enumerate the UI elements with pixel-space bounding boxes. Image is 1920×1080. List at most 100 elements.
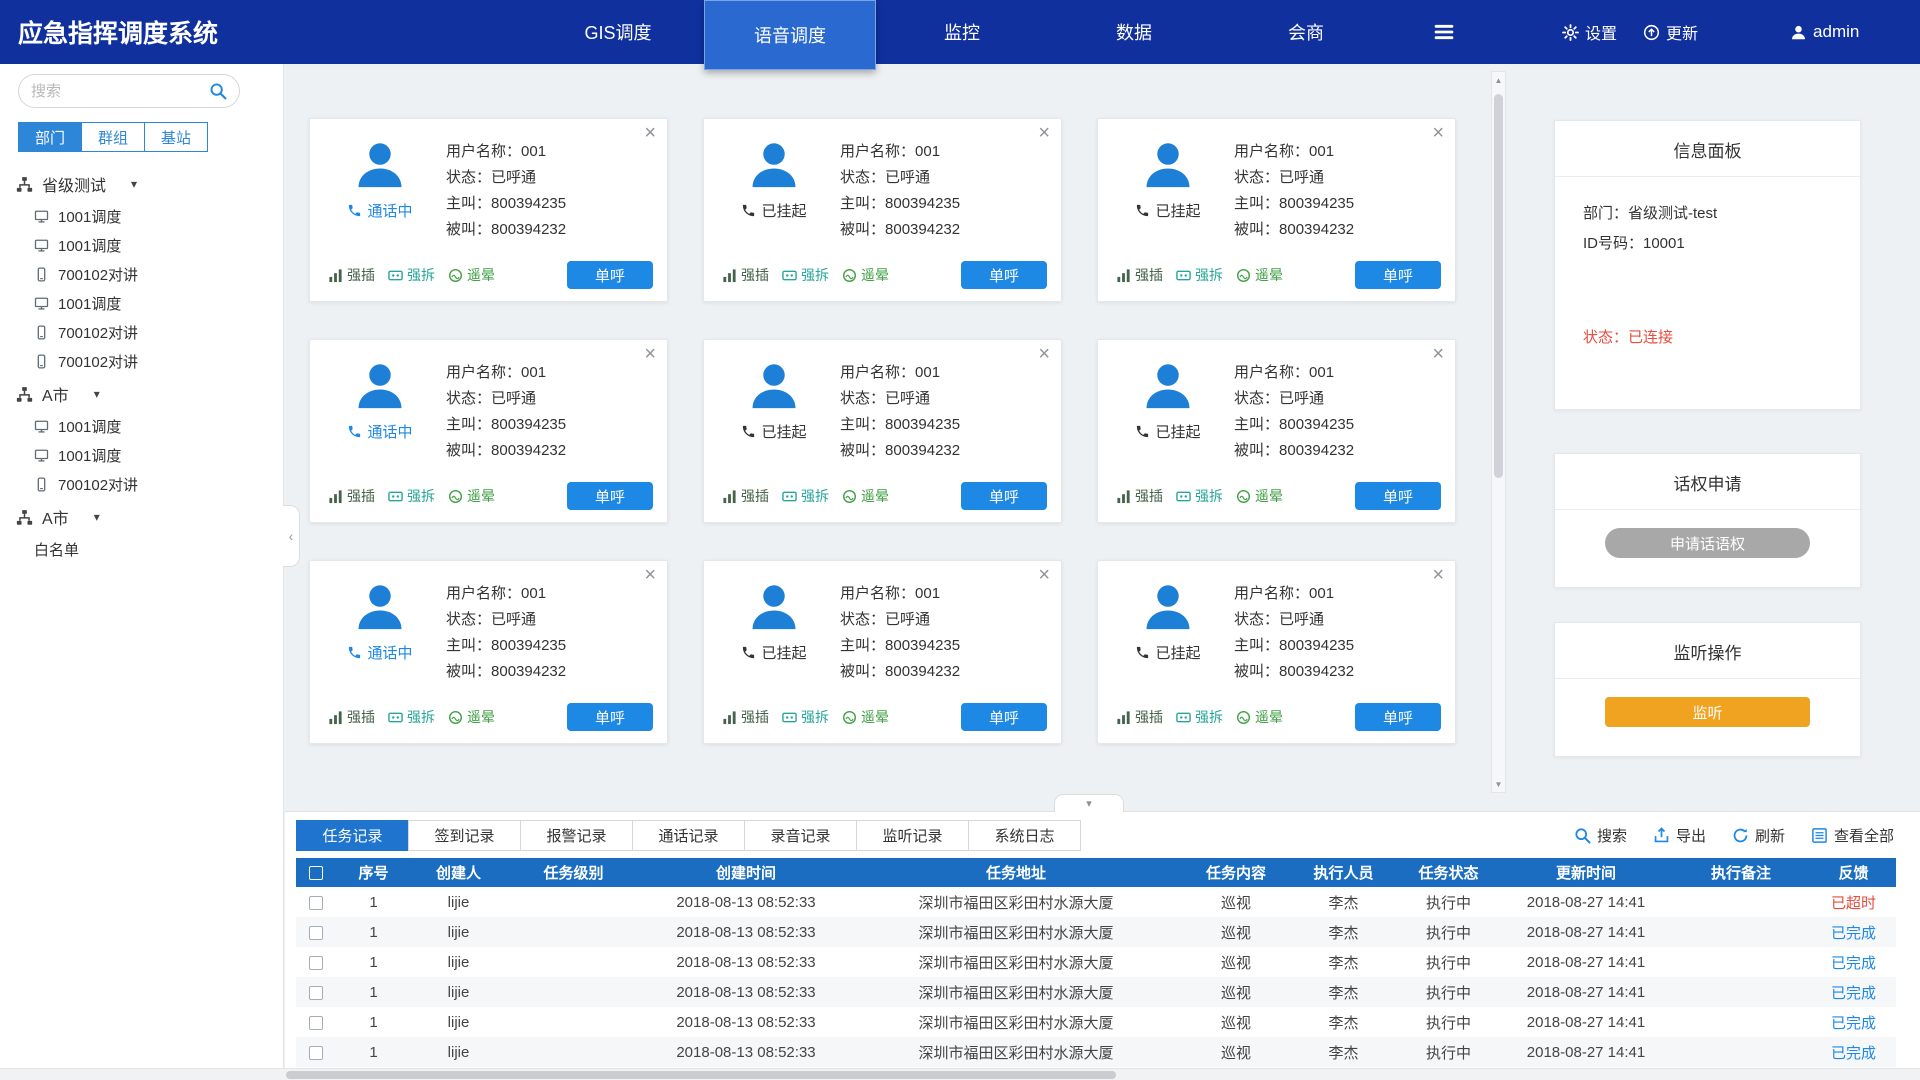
remote-stun-action[interactable]: 遥晕: [842, 486, 889, 506]
tree-item[interactable]: 700102对讲: [16, 347, 283, 376]
force-break-action[interactable]: 强拆: [1176, 265, 1223, 285]
remote-stun-action[interactable]: 遥晕: [448, 707, 495, 727]
tree-item[interactable]: 700102对讲: [16, 318, 283, 347]
row-checkbox[interactable]: [309, 1046, 323, 1060]
tree-item[interactable]: 1001调度: [16, 441, 283, 470]
nav-item[interactable]: 会商: [1220, 0, 1392, 64]
force-insert-action[interactable]: 强插: [1116, 486, 1163, 506]
force-break-action[interactable]: 强拆: [1176, 707, 1223, 727]
remote-stun-action[interactable]: 遥晕: [842, 265, 889, 285]
tree-item[interactable]: 白名单: [16, 535, 283, 564]
close-icon[interactable]: ×: [644, 344, 656, 364]
nav-item[interactable]: 语音调度: [704, 0, 876, 70]
sidebar-tab[interactable]: 群组: [81, 122, 145, 152]
remote-stun-action[interactable]: 遥晕: [448, 486, 495, 506]
view-all-button[interactable]: 查看全部: [1811, 825, 1894, 846]
table-row[interactable]: 1 lijie 2018-08-13 08:52:33 深圳市福田区彩田村水源大…: [296, 1037, 1896, 1067]
search-input[interactable]: [31, 83, 201, 100]
force-insert-action[interactable]: 强插: [722, 486, 769, 506]
monitor-button[interactable]: 监听: [1605, 697, 1810, 727]
single-call-button[interactable]: 单呼: [1355, 482, 1441, 510]
search-icon[interactable]: [209, 82, 227, 100]
remote-stun-action[interactable]: 遥晕: [842, 707, 889, 727]
close-icon[interactable]: ×: [1432, 565, 1444, 585]
record-tab[interactable]: 报警记录: [520, 820, 633, 851]
horizontal-scrollbar[interactable]: [0, 1068, 1920, 1080]
sidebar-tab[interactable]: 部门: [18, 122, 82, 152]
tree-group-provincial-test[interactable]: 省级测试 ▾: [16, 166, 283, 202]
force-break-action[interactable]: 强拆: [782, 265, 829, 285]
refresh-button[interactable]: 刷新: [1732, 825, 1785, 846]
tree-item[interactable]: 1001调度: [16, 231, 283, 260]
record-tab[interactable]: 系统日志: [968, 820, 1081, 851]
chevron-down-icon[interactable]: ▾: [94, 510, 100, 524]
close-icon[interactable]: ×: [1038, 344, 1050, 364]
row-checkbox[interactable]: [309, 896, 323, 910]
remote-stun-action[interactable]: 遥晕: [1236, 265, 1283, 285]
nav-item[interactable]: 数据: [1048, 0, 1220, 64]
row-checkbox[interactable]: [309, 956, 323, 970]
sidebar-tab[interactable]: 基站: [144, 122, 208, 152]
update-button[interactable]: 更新: [1643, 20, 1698, 44]
record-tab[interactable]: 录音记录: [744, 820, 857, 851]
horizontal-scrollbar-thumb[interactable]: [286, 1071, 1116, 1079]
force-break-action[interactable]: 强拆: [1176, 486, 1223, 506]
force-insert-action[interactable]: 强插: [1116, 707, 1163, 727]
select-all-checkbox[interactable]: [309, 866, 323, 880]
remote-stun-action[interactable]: 遥晕: [448, 265, 495, 285]
user-menu[interactable]: admin: [1790, 22, 1859, 42]
row-checkbox[interactable]: [309, 926, 323, 940]
table-row[interactable]: 1 lijie 2018-08-13 08:52:33 深圳市福田区彩田村水源大…: [296, 947, 1896, 977]
close-icon[interactable]: ×: [1432, 123, 1444, 143]
force-break-action[interactable]: 强拆: [782, 486, 829, 506]
close-icon[interactable]: ×: [1038, 565, 1050, 585]
remote-stun-action[interactable]: 遥晕: [1236, 486, 1283, 506]
nav-item[interactable]: GIS调度: [532, 0, 704, 64]
row-checkbox[interactable]: [309, 986, 323, 1000]
close-icon[interactable]: ×: [644, 565, 656, 585]
row-checkbox[interactable]: [309, 1016, 323, 1030]
force-break-action[interactable]: 强拆: [388, 707, 435, 727]
force-insert-action[interactable]: 强插: [328, 265, 375, 285]
close-icon[interactable]: ×: [1038, 123, 1050, 143]
tree-item[interactable]: 700102对讲: [16, 260, 283, 289]
record-tab[interactable]: 签到记录: [408, 820, 521, 851]
force-insert-action[interactable]: 强插: [328, 486, 375, 506]
hamburger-menu-icon[interactable]: [1425, 18, 1463, 46]
bottom-collapse-button[interactable]: ▾: [1054, 794, 1124, 812]
single-call-button[interactable]: 单呼: [1355, 261, 1441, 289]
export-button[interactable]: 导出: [1653, 825, 1706, 846]
single-call-button[interactable]: 单呼: [1355, 703, 1441, 731]
close-icon[interactable]: ×: [644, 123, 656, 143]
record-tab[interactable]: 通话记录: [632, 820, 745, 851]
tree-group-a-city-2[interactable]: A市 ▾: [16, 499, 283, 535]
force-break-action[interactable]: 强拆: [388, 486, 435, 506]
force-insert-action[interactable]: 强插: [722, 265, 769, 285]
force-break-action[interactable]: 强拆: [782, 707, 829, 727]
sidebar-collapse-button[interactable]: ‹: [283, 505, 300, 567]
single-call-button[interactable]: 单呼: [567, 261, 653, 289]
single-call-button[interactable]: 单呼: [567, 703, 653, 731]
scroll-up-icon[interactable]: ▲: [1492, 72, 1505, 88]
scroll-down-icon[interactable]: ▼: [1492, 776, 1505, 792]
tree-item[interactable]: 1001调度: [16, 412, 283, 441]
single-call-button[interactable]: 单呼: [961, 703, 1047, 731]
record-tab[interactable]: 监听记录: [856, 820, 969, 851]
force-break-action[interactable]: 强拆: [388, 265, 435, 285]
single-call-button[interactable]: 单呼: [961, 261, 1047, 289]
table-row[interactable]: 1 lijie 2018-08-13 08:52:33 深圳市福田区彩田村水源大…: [296, 887, 1896, 917]
chevron-down-icon[interactable]: ▾: [131, 177, 137, 191]
tree-group-a-city-1[interactable]: A市 ▾: [16, 376, 283, 412]
tree-item[interactable]: 700102对讲: [16, 470, 283, 499]
force-insert-action[interactable]: 强插: [328, 707, 375, 727]
remote-stun-action[interactable]: 遥晕: [1236, 707, 1283, 727]
nav-item[interactable]: 监控: [876, 0, 1048, 64]
table-search-button[interactable]: 搜索: [1574, 825, 1627, 846]
table-row[interactable]: 1 lijie 2018-08-13 08:52:33 深圳市福田区彩田村水源大…: [296, 917, 1896, 947]
tree-item[interactable]: 1001调度: [16, 202, 283, 231]
tree-item[interactable]: 1001调度: [16, 289, 283, 318]
table-row[interactable]: 1 lijie 2018-08-13 08:52:33 深圳市福田区彩田村水源大…: [296, 1007, 1896, 1037]
settings-button[interactable]: 设置: [1562, 20, 1617, 44]
table-row[interactable]: 1 lijie 2018-08-13 08:52:33 深圳市福田区彩田村水源大…: [296, 977, 1896, 1007]
force-insert-action[interactable]: 强插: [722, 707, 769, 727]
